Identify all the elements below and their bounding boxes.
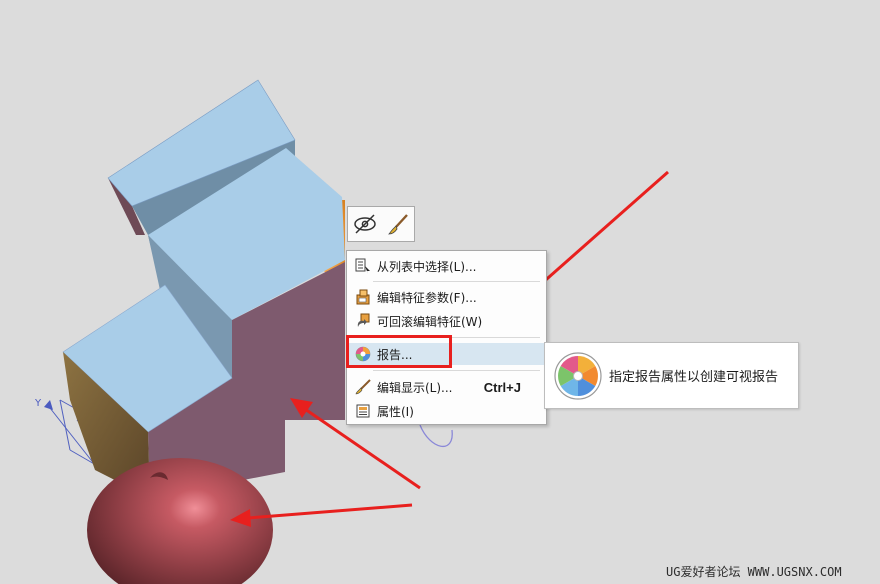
menu-item-shortcut: Ctrl+J (483, 379, 521, 395)
menu-item-label: 可回滚编辑特征(W) (377, 314, 483, 329)
menu-item-label: 编辑显示(L)... (377, 380, 453, 395)
list-select-icon (355, 258, 370, 274)
menu-item-select-from-list[interactable]: 从列表中选择(L)... (348, 255, 545, 277)
axis-y-label: Y (34, 398, 42, 409)
stepped-block-model (62, 79, 345, 498)
menu-item-edit-feature-params[interactable]: 编辑特征参数(F)... (348, 286, 545, 308)
edit-display-toolbar-button[interactable] (384, 210, 412, 238)
properties-icon (356, 404, 370, 418)
menu-item-label: 属性(I) (377, 404, 414, 419)
edit-feature-params-icon (356, 289, 370, 305)
menu-item-label: 从列表中选择(L)... (377, 259, 477, 274)
menu-item-properties[interactable]: 属性(I) (348, 400, 545, 422)
report-highlight-box (346, 335, 452, 368)
hide-button[interactable] (351, 210, 379, 238)
report-wheel-icon (554, 351, 602, 400)
paintbrush-icon (387, 214, 408, 235)
tooltip-text: 指定报告属性以创建可视报告 (609, 370, 779, 385)
menu-item-edit-display[interactable]: 编辑显示(L)... Ctrl+J (348, 376, 545, 398)
sketch-curve (419, 424, 453, 448)
watermark: UG爱好者论坛 WWW.UGSNX.COM (666, 565, 842, 579)
menu-item-label: 编辑特征参数(F)... (377, 290, 477, 305)
axis-arrow-head (44, 400, 53, 410)
mini-toolbar (347, 206, 415, 242)
menu-separator (373, 281, 540, 282)
menu-item-rollback-edit[interactable]: 可回滚编辑特征(W) (348, 310, 545, 332)
rollback-edit-icon (357, 313, 370, 327)
menu-separator (373, 370, 540, 371)
eye-hide-icon (353, 214, 376, 234)
report-tooltip: 指定报告属性以创建可视报告 (544, 342, 799, 409)
edit-display-icon (355, 379, 371, 395)
